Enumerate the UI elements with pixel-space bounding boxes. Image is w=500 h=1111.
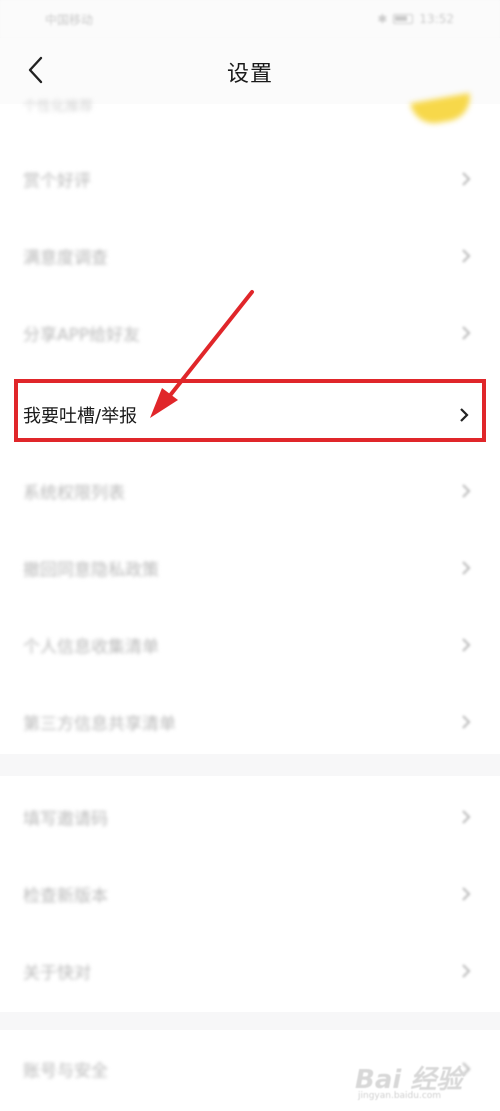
annotation-arrow-icon [150,290,254,418]
watermark-sub: jingyan.baidu.com [358,1091,442,1101]
baidu-watermark: Bai 经验 jingyan.baidu.com [355,1053,485,1105]
